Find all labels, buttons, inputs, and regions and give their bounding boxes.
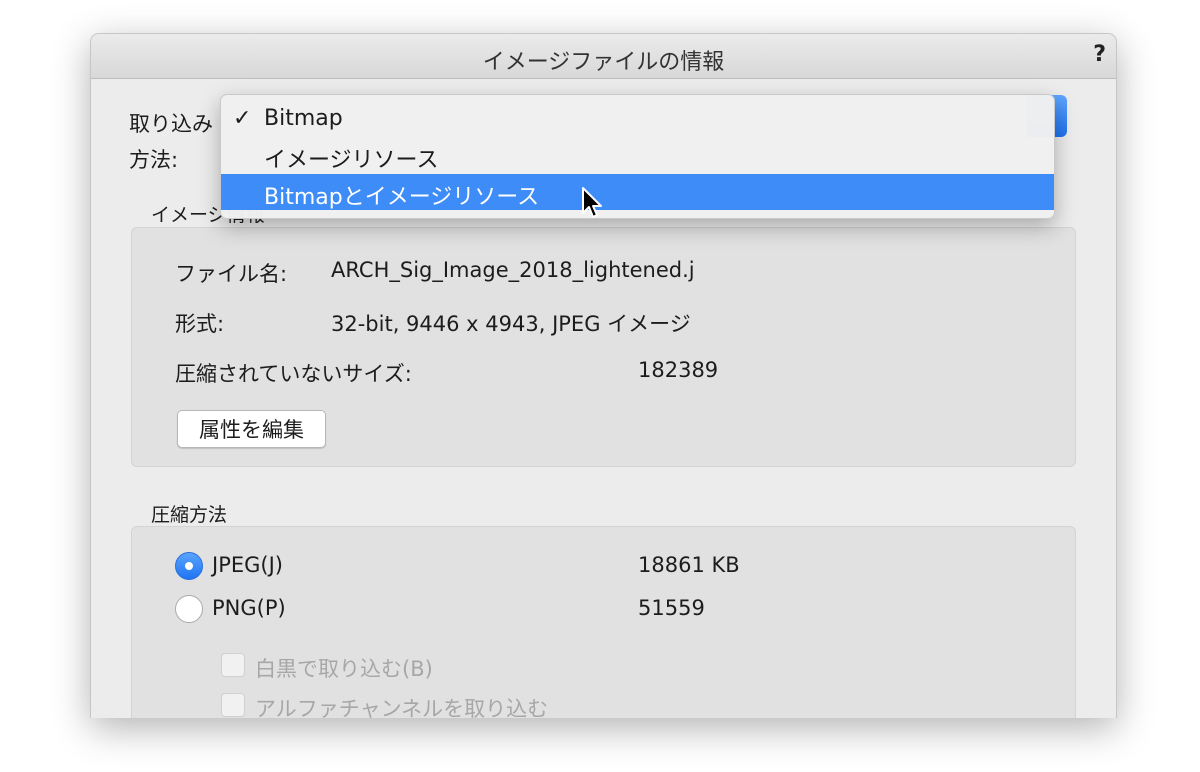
title-bar[interactable]: イメージファイルの情報 ? <box>91 34 1116 79</box>
jpeg-radio[interactable] <box>175 552 203 580</box>
format-value: 32-bit, 9446 x 4943, JPEG イメージ <box>331 312 691 336</box>
uncompressed-size-value: 182389 <box>638 358 719 382</box>
import-method-label-line1: 取り込み <box>129 112 213 136</box>
import-method-label-line2: 方法: <box>129 148 179 172</box>
filename-label: ファイル名: <box>175 262 288 286</box>
menu-item-image-resource[interactable]: イメージリソース <box>221 137 1054 173</box>
menu-item-label: Bitmapとイメージリソース <box>264 185 540 210</box>
checkmark-icon: ✓ <box>233 106 252 131</box>
menu-item-bitmap[interactable]: ✓ Bitmap <box>221 101 1054 137</box>
grayscale-label[interactable]: 白黒で取り込む(B) <box>255 653 433 683</box>
format-label: 形式: <box>175 312 225 336</box>
png-size-value: 51559 <box>638 596 705 620</box>
alpha-channel-checkbox[interactable] <box>221 693 245 717</box>
filename-value: ARCH_Sig_Image_2018_lightened.j <box>331 258 695 282</box>
menu-item-label: Bitmap <box>264 106 343 131</box>
alpha-channel-label[interactable]: アルファチャンネルを取り込む <box>255 693 548 718</box>
jpeg-label[interactable]: JPEG(J) <box>212 553 283 577</box>
png-label[interactable]: PNG(P) <box>212 596 286 620</box>
png-radio[interactable] <box>175 595 203 623</box>
jpeg-size-value: 18861 KB <box>638 553 740 577</box>
compression-title: 圧縮方法 <box>151 504 228 526</box>
menu-item-label: イメージリソース <box>264 148 439 173</box>
import-method-menu: ✓ Bitmap イメージリソース Bitmapとイメージリソース <box>220 94 1055 219</box>
edit-attributes-button[interactable]: 属性を編集 <box>177 410 326 448</box>
uncompressed-size-label: 圧縮されていないサイズ: <box>175 362 412 386</box>
window-title: イメージファイルの情報 <box>482 50 725 75</box>
help-button[interactable]: ? <box>1093 42 1106 67</box>
menu-item-bitmap-and-image-resource[interactable]: Bitmapとイメージリソース <box>221 174 1054 210</box>
grayscale-checkbox[interactable] <box>221 653 245 677</box>
mouse-cursor-icon <box>582 187 602 218</box>
